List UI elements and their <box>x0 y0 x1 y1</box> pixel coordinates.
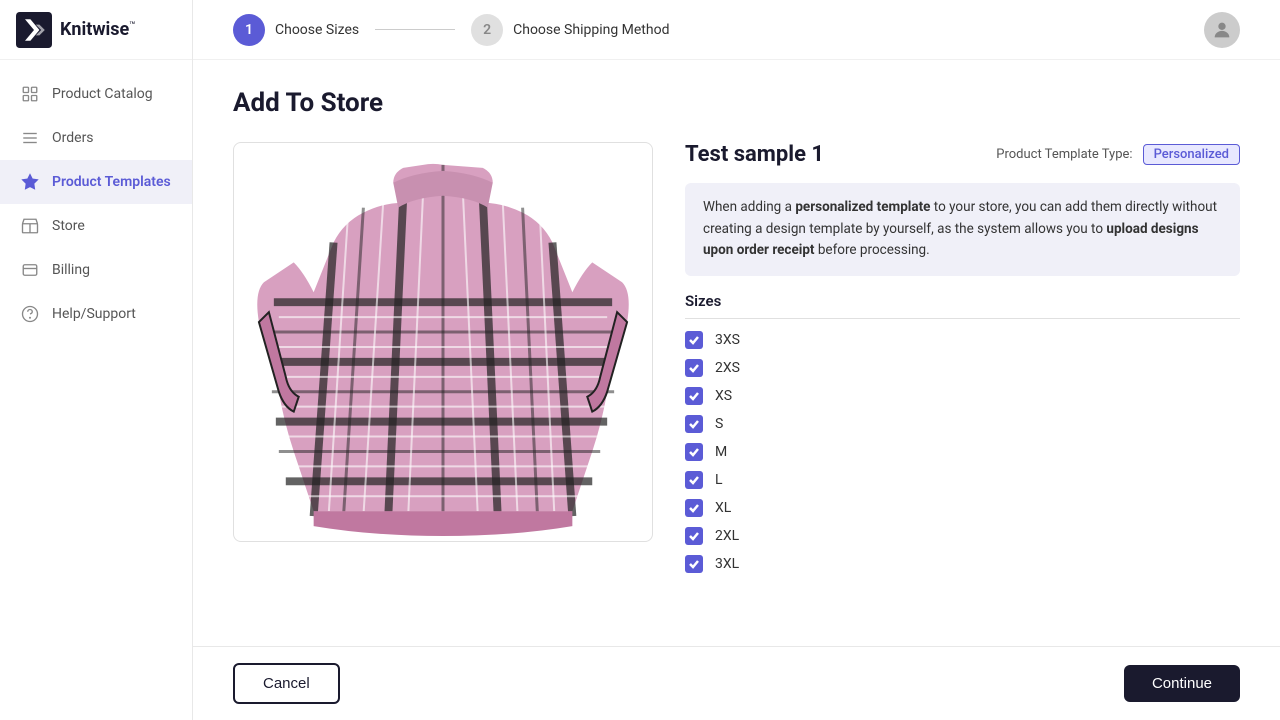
sizes-section: Sizes 3XS 2XS XS S <box>685 292 1240 573</box>
topbar: 1 Choose Sizes 2 Choose Shipping Method <box>193 0 1280 60</box>
checkbox-s[interactable] <box>685 415 703 433</box>
checkbox-3xs[interactable] <box>685 331 703 349</box>
size-item-m[interactable]: M <box>685 443 1240 461</box>
step-divider <box>375 29 455 30</box>
size-item-2xs[interactable]: 2XS <box>685 359 1240 377</box>
topbar-right <box>1204 12 1240 48</box>
logo: Knitwise™ <box>0 0 192 60</box>
step-1-circle: 1 <box>233 14 265 46</box>
sidebar-item-billing[interactable]: Billing <box>0 248 192 292</box>
size-label-3xs: 3XS <box>715 332 740 348</box>
sidebar-label-billing: Billing <box>52 262 90 278</box>
page-title: Add To Store <box>233 88 1240 118</box>
product-header: Test sample 1 Product Template Type: Per… <box>685 142 1240 167</box>
size-label-xs: XS <box>715 388 732 404</box>
info-bold-1: personalized template <box>795 199 930 215</box>
cancel-button[interactable]: Cancel <box>233 663 340 704</box>
size-label-3xl: 3XL <box>715 556 739 572</box>
step-1-label: Choose Sizes <box>275 22 359 38</box>
size-item-xs[interactable]: XS <box>685 387 1240 405</box>
checkbox-xl[interactable] <box>685 499 703 517</box>
sizes-list: 3XS 2XS XS S M L <box>685 331 1240 573</box>
step-2: 2 Choose Shipping Method <box>471 14 669 46</box>
product-image <box>234 143 652 541</box>
size-item-s[interactable]: S <box>685 415 1240 433</box>
sidebar-label-product-catalog: Product Catalog <box>52 86 153 102</box>
help-icon <box>20 304 40 324</box>
checkbox-m[interactable] <box>685 443 703 461</box>
checkbox-2xl[interactable] <box>685 527 703 545</box>
size-item-xl[interactable]: XL <box>685 499 1240 517</box>
size-item-l[interactable]: L <box>685 471 1240 489</box>
sidebar-item-help[interactable]: Help/Support <box>0 292 192 336</box>
store-icon <box>20 216 40 236</box>
continue-button[interactable]: Continue <box>1124 665 1240 702</box>
size-label-s: S <box>715 416 723 432</box>
checkbox-xs[interactable] <box>685 387 703 405</box>
checkbox-3xl[interactable] <box>685 555 703 573</box>
sidebar-label-help: Help/Support <box>52 306 136 322</box>
sizes-title: Sizes <box>685 292 1240 319</box>
sidebar: Knitwise™ Product Catalog Orders Product… <box>0 0 193 720</box>
size-label-2xl: 2XL <box>715 528 739 544</box>
step-2-circle: 2 <box>471 14 503 46</box>
size-label-m: M <box>715 444 727 460</box>
checkbox-2xs[interactable] <box>685 359 703 377</box>
star-icon <box>20 172 40 192</box>
main-area: 1 Choose Sizes 2 Choose Shipping Method … <box>193 0 1280 720</box>
step-1: 1 Choose Sizes <box>233 14 359 46</box>
sidebar-item-orders[interactable]: Orders <box>0 116 192 160</box>
grid-icon <box>20 84 40 104</box>
sidebar-label-product-templates: Product Templates <box>52 174 171 190</box>
knitwise-logo-icon <box>16 12 52 48</box>
size-item-2xl[interactable]: 2XL <box>685 527 1240 545</box>
sidebar-nav: Product Catalog Orders Product Templates… <box>0 60 192 720</box>
template-type-label: Product Template Type: <box>996 147 1132 162</box>
footer: Cancel Continue <box>193 646 1280 720</box>
sidebar-label-store: Store <box>52 218 85 234</box>
billing-icon <box>20 260 40 280</box>
sidebar-item-product-catalog[interactable]: Product Catalog <box>0 72 192 116</box>
info-box: When adding a personalized template to y… <box>685 183 1240 276</box>
size-item-3xl[interactable]: 3XL <box>685 555 1240 573</box>
sidebar-item-product-templates[interactable]: Product Templates <box>0 160 192 204</box>
right-panel: Test sample 1 Product Template Type: Per… <box>685 142 1240 626</box>
list-icon <box>20 128 40 148</box>
info-bold-2: upload designs upon order receipt <box>703 221 1199 259</box>
size-item-3xs[interactable]: 3XS <box>685 331 1240 349</box>
size-label-l: L <box>715 472 723 488</box>
template-type-row: Product Template Type: Personalized <box>996 144 1240 165</box>
template-badge: Personalized <box>1143 144 1240 165</box>
size-label-xl: XL <box>715 500 731 516</box>
product-image-card <box>233 142 653 542</box>
stepper: 1 Choose Sizes 2 Choose Shipping Method <box>233 14 669 46</box>
sidebar-item-store[interactable]: Store <box>0 204 192 248</box>
page-body: Add To Store <box>193 60 1280 646</box>
sidebar-label-orders: Orders <box>52 130 94 146</box>
checkbox-l[interactable] <box>685 471 703 489</box>
logo-text: Knitwise™ <box>60 19 136 40</box>
product-name: Test sample 1 <box>685 142 824 167</box>
size-label-2xs: 2XS <box>715 360 740 376</box>
content-layout: Test sample 1 Product Template Type: Per… <box>233 142 1240 626</box>
user-avatar[interactable] <box>1204 12 1240 48</box>
step-2-label: Choose Shipping Method <box>513 22 669 38</box>
